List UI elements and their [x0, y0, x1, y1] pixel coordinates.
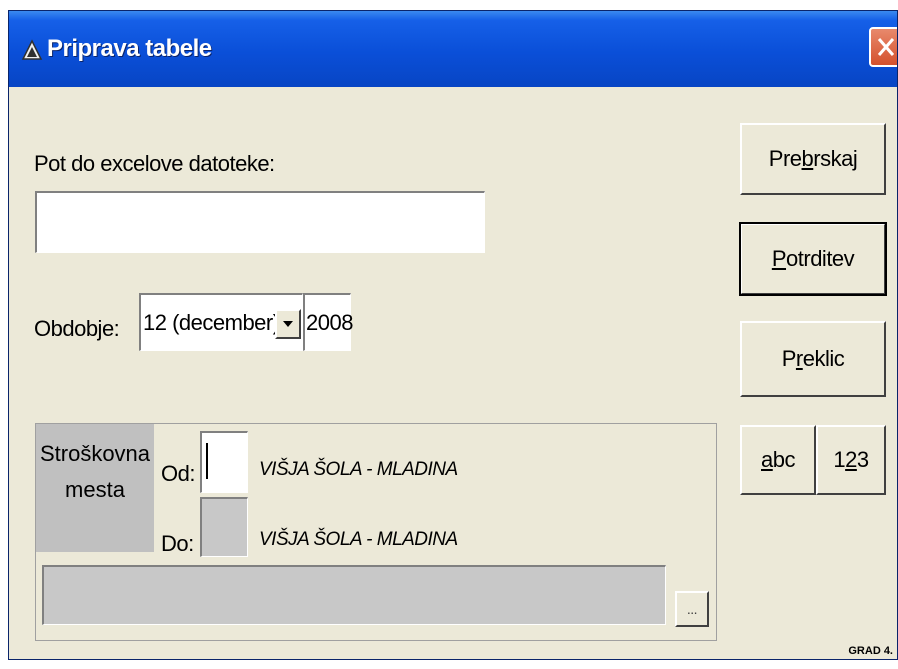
window-title: Priprava tabele: [47, 35, 212, 62]
to-label: Do:: [161, 531, 194, 556]
dialog-window: Priprava tabele Pot do excelove datoteke…: [8, 10, 898, 660]
month-select-value: 12 (december): [143, 309, 280, 335]
close-icon: [877, 38, 895, 56]
from-name: VIŠJA ŠOLA - MLADINA: [259, 459, 458, 480]
cancel-label-accel: r: [795, 346, 803, 371]
abc-label-accel: a: [761, 447, 773, 472]
cancel-label-post: eklic: [802, 346, 845, 371]
chevron-down-icon: [283, 321, 293, 327]
to-name: VIŠJA ŠOLA - MLADINA: [259, 529, 458, 550]
year-input[interactable]: 2008: [303, 293, 353, 351]
browse-label-accel: b: [801, 146, 814, 171]
browse-label-post: rskaj: [813, 146, 858, 171]
text-cursor: [206, 443, 208, 479]
numeric-label-accel: 2: [845, 447, 857, 472]
year-input-value: 2008: [306, 309, 353, 335]
confirm-button[interactable]: Potrditev: [739, 222, 887, 296]
confirm-label-accel: P: [771, 246, 787, 271]
cost-centers-label: Stroškovna mesta: [36, 424, 154, 552]
app-icon: [21, 39, 43, 61]
from-code-input[interactable]: [200, 431, 248, 493]
abc-button[interactable]: a bc: [740, 425, 816, 495]
to-code-input[interactable]: [200, 497, 248, 557]
numeric-label-pre: 1: [833, 447, 846, 472]
status-text: GRAD 4.: [848, 645, 893, 657]
path-input[interactable]: [35, 191, 485, 253]
cost-centers-label-line1: Stroškovna: [39, 441, 151, 466]
confirm-label-post: otrditev: [786, 246, 855, 271]
browse-button[interactable]: Pre b rskaj: [740, 123, 886, 195]
numeric-button[interactable]: 123: [816, 425, 886, 495]
browse-label-pre: Pre: [768, 146, 802, 171]
title-bar[interactable]: Priprava tabele: [9, 11, 897, 87]
period-label: Obdobje:: [34, 316, 120, 341]
cancel-label-pre: P: [781, 346, 797, 371]
cost-centers-label-line2: mesta: [65, 477, 125, 502]
cancel-button[interactable]: Pr eklic: [740, 321, 886, 397]
numeric-label-post: 3: [856, 447, 869, 472]
path-label: Pot do excelove datoteke:: [34, 151, 275, 176]
close-button[interactable]: [869, 27, 897, 67]
from-label: Od:: [161, 461, 195, 486]
ellipsis-button[interactable]: ...: [675, 591, 709, 627]
selection-field[interactable]: [42, 565, 666, 625]
month-dropdown-button[interactable]: [275, 309, 301, 339]
abc-label-post: bc: [772, 447, 796, 472]
